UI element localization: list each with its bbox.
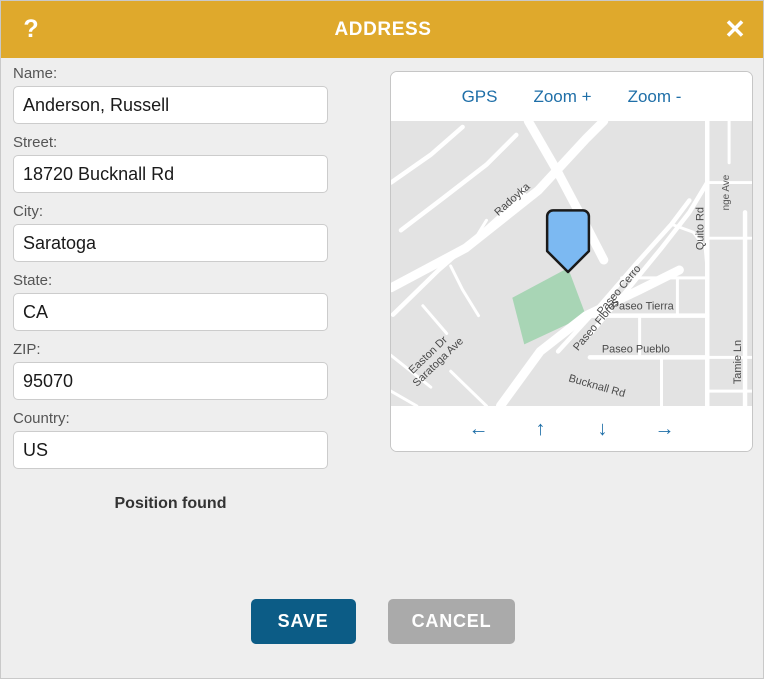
field-city-label: City: [13, 203, 43, 220]
field-country: Country: [13, 410, 328, 469]
map-label-edge-clipped: nge Ave [721, 174, 732, 210]
field-street-label: Street: [13, 134, 58, 151]
name-input[interactable] [13, 86, 328, 124]
map-canvas[interactable]: .rd { stroke:#ffffff; fill:none; stroke-… [391, 121, 752, 406]
map-nav-controls: ← ↑ ↓ → [391, 406, 752, 451]
status-message: Position found [114, 495, 227, 512]
save-button[interactable]: SAVE [250, 599, 356, 644]
field-name: Name: [13, 65, 328, 124]
arrow-right-icon[interactable]: → [650, 419, 680, 439]
map-label-paseo-tierra: Paseo Tierra [612, 301, 675, 313]
dialog-footer: SAVE CANCEL [1, 599, 763, 644]
gps-button[interactable]: GPS [462, 87, 498, 107]
map-label-tamie-ln: Tamie Ln [732, 340, 744, 384]
dialog-titlebar: ? ADDRESS ✕ [1, 1, 763, 58]
dialog-title: ADDRESS [334, 18, 432, 40]
arrow-left-icon[interactable]: ← [464, 419, 494, 439]
arrow-down-icon[interactable]: ↓ [588, 419, 618, 439]
field-name-label: Name: [13, 65, 58, 82]
map-image: .rd { stroke:#ffffff; fill:none; stroke-… [391, 121, 752, 406]
field-state-label: State: [13, 272, 53, 289]
state-input[interactable] [13, 293, 328, 331]
address-dialog: ? ADDRESS ✕ Name: Street: City: State: Z… [0, 0, 764, 679]
field-city: City: [13, 203, 328, 262]
field-country-label: Country: [13, 410, 70, 427]
map-toolbar: GPS Zoom + Zoom - [391, 72, 752, 121]
field-street: Street: [13, 134, 328, 193]
zoom-out-button[interactable]: Zoom - [628, 87, 682, 107]
zoom-in-button[interactable]: Zoom + [533, 87, 591, 107]
field-zip-label: ZIP: [13, 341, 41, 358]
cancel-button[interactable]: CANCEL [387, 599, 516, 644]
field-state: State: [13, 272, 328, 331]
arrow-up-icon[interactable]: ↑ [526, 419, 556, 439]
map-label-quito-rd: Quito Rd [694, 207, 706, 250]
zip-input[interactable] [13, 362, 328, 400]
country-input[interactable] [13, 431, 328, 469]
close-icon[interactable]: ✕ [705, 1, 763, 58]
street-input[interactable] [13, 155, 328, 193]
map-label-paseo-pueblo: Paseo Pueblo [602, 343, 670, 355]
city-input[interactable] [13, 224, 328, 262]
map-panel: GPS Zoom + Zoom - .rd { stroke:#ffffff; … [390, 71, 753, 452]
address-form: Name: Street: City: State: ZIP: Country:… [13, 65, 328, 513]
help-icon[interactable]: ? [1, 1, 61, 58]
field-zip: ZIP: [13, 341, 328, 400]
